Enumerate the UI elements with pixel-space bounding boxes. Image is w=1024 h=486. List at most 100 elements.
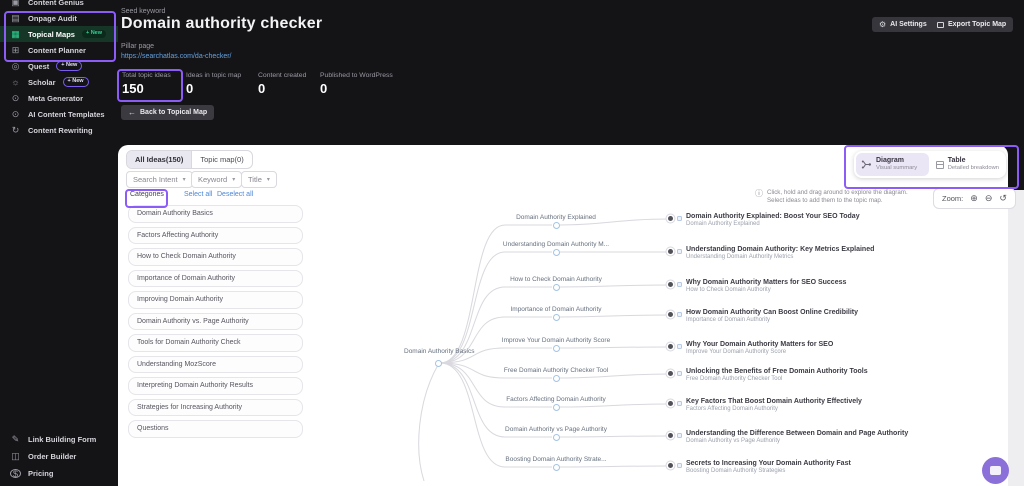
sidebar-item-quest[interactable]: ◎ Quest + New: [0, 58, 118, 74]
table-view-button[interactable]: Table Detailed breakdown: [931, 153, 1004, 176]
filter-title[interactable]: Title ▾: [241, 171, 277, 188]
idea-add-icon[interactable]: [677, 432, 682, 438]
sidebar-item-meta-generator[interactable]: ⊙ Meta Generator: [0, 90, 118, 106]
branch-node[interactable]: [553, 464, 560, 471]
branch-node[interactable]: [553, 284, 560, 291]
diagram-root-node[interactable]: [435, 360, 442, 367]
topic-idea-unlocking-the-benefits-of-free-domain-au[interactable]: Unlocking the Benefits of Free Domain Au…: [668, 368, 868, 384]
sidebar-item-pricing[interactable]: $ Pricing: [0, 465, 118, 482]
idea-add-icon[interactable]: [677, 248, 682, 254]
chat-icon: [990, 466, 1001, 475]
select-all-link[interactable]: Select all: [184, 191, 212, 198]
topic-idea-key-factors-that-boost-domain-authority-[interactable]: Key Factors That Boost Domain Authority …: [668, 398, 862, 414]
branch-node[interactable]: [553, 222, 560, 229]
category-item-improving-domain-authority[interactable]: Improving Domain Authority: [128, 291, 303, 309]
idea-select-dot[interactable]: [668, 216, 673, 221]
pillar-page-link[interactable]: https://searchatlas.com/da-checker/: [121, 53, 232, 60]
filter-keyword[interactable]: Keyword ▾: [191, 171, 243, 188]
topic-idea-domain-authority-explained-boost-your-se[interactable]: Domain Authority Explained: Boost Your S…: [668, 213, 860, 229]
deselect-all-link[interactable]: Deselect all: [217, 191, 253, 198]
branch-node[interactable]: [553, 249, 560, 256]
idea-title: Secrets to Increasing Your Domain Author…: [686, 460, 851, 467]
back-arrow-icon: ←: [128, 108, 136, 117]
sidebar-item-content-planner[interactable]: ⊞ Content Planner: [0, 42, 118, 58]
topic-idea-understanding-the-difference-between-dom[interactable]: Understanding the Difference Between Dom…: [668, 430, 908, 446]
topic-idea-understanding-domain-authority-key-metri[interactable]: Understanding Domain Authority: Key Metr…: [668, 246, 874, 262]
idea-select-dot[interactable]: [668, 312, 673, 317]
back-to-topical-map-button[interactable]: ← Back to Topical Map: [121, 105, 215, 120]
category-item-domain-authority-basics[interactable]: Domain Authority Basics: [128, 205, 303, 223]
idea-select-dot[interactable]: [668, 371, 673, 376]
filter-search-intent[interactable]: Search Intent ▾: [126, 171, 193, 188]
topic-idea-why-your-domain-authority-matters-for-se[interactable]: Why Your Domain Authority Matters for SE…: [668, 341, 833, 357]
idea-text: Why Your Domain Authority Matters for SE…: [686, 341, 833, 357]
idea-add-icon[interactable]: [677, 311, 682, 317]
branch-node[interactable]: [553, 345, 560, 352]
chat-launcher-button[interactable]: [982, 457, 1009, 484]
category-item-tools-for-domain-authority-check[interactable]: Tools for Domain Authority Check: [128, 334, 303, 352]
category-item-how-to-check-domain-authority[interactable]: How to Check Domain Authority: [128, 248, 303, 266]
idea-add-icon[interactable]: [677, 400, 682, 406]
zoom-reset-icon[interactable]: ↺: [999, 194, 1007, 203]
idea-select-dot[interactable]: [668, 282, 673, 287]
idea-text: Why Domain Authority Matters for SEO Suc…: [686, 279, 846, 295]
idea-select-dot[interactable]: [668, 401, 673, 406]
tab-all-ideas-150[interactable]: All Ideas(150): [127, 151, 193, 168]
idea-subtitle: Understanding Domain Authority Metrics: [686, 254, 794, 261]
idea-add-icon[interactable]: [677, 281, 682, 287]
branch-node[interactable]: [553, 404, 560, 411]
diagram-hint: ⓘ Click, hold and drag around to explore…: [755, 189, 908, 204]
diagram-view-button[interactable]: Diagram Visual summary: [856, 153, 929, 176]
branch-node[interactable]: [553, 434, 560, 441]
category-item-domain-authority-vs-page-authority[interactable]: Domain Authority vs. Page Authority: [128, 312, 303, 330]
idea-text: Understanding the Difference Between Dom…: [686, 430, 908, 446]
ai-settings-button[interactable]: ⚙ AI Settings: [872, 17, 934, 32]
sidebar-item-scholar[interactable]: ☼ Scholar + New: [0, 74, 118, 90]
idea-add-icon[interactable]: [677, 462, 682, 468]
idea-select-dot[interactable]: [668, 433, 673, 438]
sidebar: ▣ Content Genius ▤ Onpage Audit ▦ Topical Map…: [0, 0, 118, 486]
gear-icon: ⚙: [879, 20, 887, 29]
export-topic-map-button[interactable]: Export Topic Map: [930, 17, 1014, 32]
idea-subtitle: Boosting Domain Authority Strategies: [686, 468, 786, 475]
idea-select-dot[interactable]: [668, 344, 673, 349]
idea-select-dot[interactable]: [668, 463, 673, 468]
category-item-strategies-for-increasing-authority[interactable]: Strategies for Increasing Authority: [128, 398, 303, 416]
idea-title: Understanding Domain Authority: Key Metr…: [686, 246, 875, 253]
idea-subtitle: Free Domain Authority Checker Tool: [686, 376, 783, 383]
branch-node[interactable]: [553, 314, 560, 321]
sidebar-item-label: AI Content Templates: [28, 109, 105, 119]
category-item-interpreting-domain-authority-results[interactable]: Interpreting Domain Authority Results: [128, 377, 303, 395]
idea-select-dot[interactable]: [668, 249, 673, 254]
sidebar-item-content-rewriting[interactable]: ↻ Content Rewriting: [0, 122, 118, 138]
category-item-factors-affecting-authority[interactable]: Factors Affecting Authority: [128, 226, 303, 244]
seed-keyword-label: Seed keyword: [121, 8, 166, 15]
branch-label-importance-of-domain-authority: Importance of Domain Authority: [510, 306, 602, 313]
category-item-questions[interactable]: Questions: [128, 420, 303, 438]
topic-idea-secrets-to-increasing-your-domain-author[interactable]: Secrets to Increasing Your Domain Author…: [668, 460, 851, 476]
sidebar-item-content-genius[interactable]: ▣ Content Genius: [0, 0, 118, 10]
sidebar-item-link-building-form[interactable]: ✎ Link Building Form: [0, 431, 118, 448]
branch-node[interactable]: [553, 375, 560, 382]
idea-subtitle: How to Check Domain Authority: [686, 287, 771, 294]
idea-add-icon[interactable]: [677, 343, 682, 349]
idea-add-icon[interactable]: [677, 215, 682, 221]
sidebar-item-label: Link Building Form: [28, 435, 97, 444]
zoom-out-icon[interactable]: ⊖: [985, 194, 993, 203]
category-item-understanding-mozscore[interactable]: Understanding MozScore: [128, 355, 303, 373]
branch-label-free-domain-authority-checker-tool: Free Domain Authority Checker Tool: [503, 367, 609, 374]
sidebar-item-ai-content-templates[interactable]: ⊙ AI Content Templates: [0, 106, 118, 122]
sidebar-item-order-builder[interactable]: ◫ Order Builder: [0, 448, 118, 465]
topic-idea-how-domain-authority-can-boost-online-cr[interactable]: How Domain Authority Can Boost Online Cr…: [668, 309, 858, 325]
idea-add-icon[interactable]: [677, 370, 682, 376]
idea-subtitle: Domain Authority Explained: [686, 221, 760, 228]
tab-topic-map-0[interactable]: Topic map(0): [192, 151, 251, 168]
sidebar-item-topical-maps[interactable]: ▦ Topical Maps + New: [0, 26, 118, 42]
topic-idea-why-domain-authority-matters-for-seo-suc[interactable]: Why Domain Authority Matters for SEO Suc…: [668, 279, 846, 295]
sidebar-item-onpage-audit[interactable]: ▤ Onpage Audit: [0, 10, 118, 26]
sidebar-item-label: Quest: [28, 61, 50, 71]
zoom-label: Zoom:: [942, 194, 964, 203]
zoom-in-icon[interactable]: ⊕: [970, 194, 978, 203]
category-item-importance-of-domain-authority[interactable]: Importance of Domain Authority: [128, 269, 303, 287]
app-window: ▣ Content Genius ▤ Onpage Audit ▦ Topical Map…: [0, 0, 1024, 486]
